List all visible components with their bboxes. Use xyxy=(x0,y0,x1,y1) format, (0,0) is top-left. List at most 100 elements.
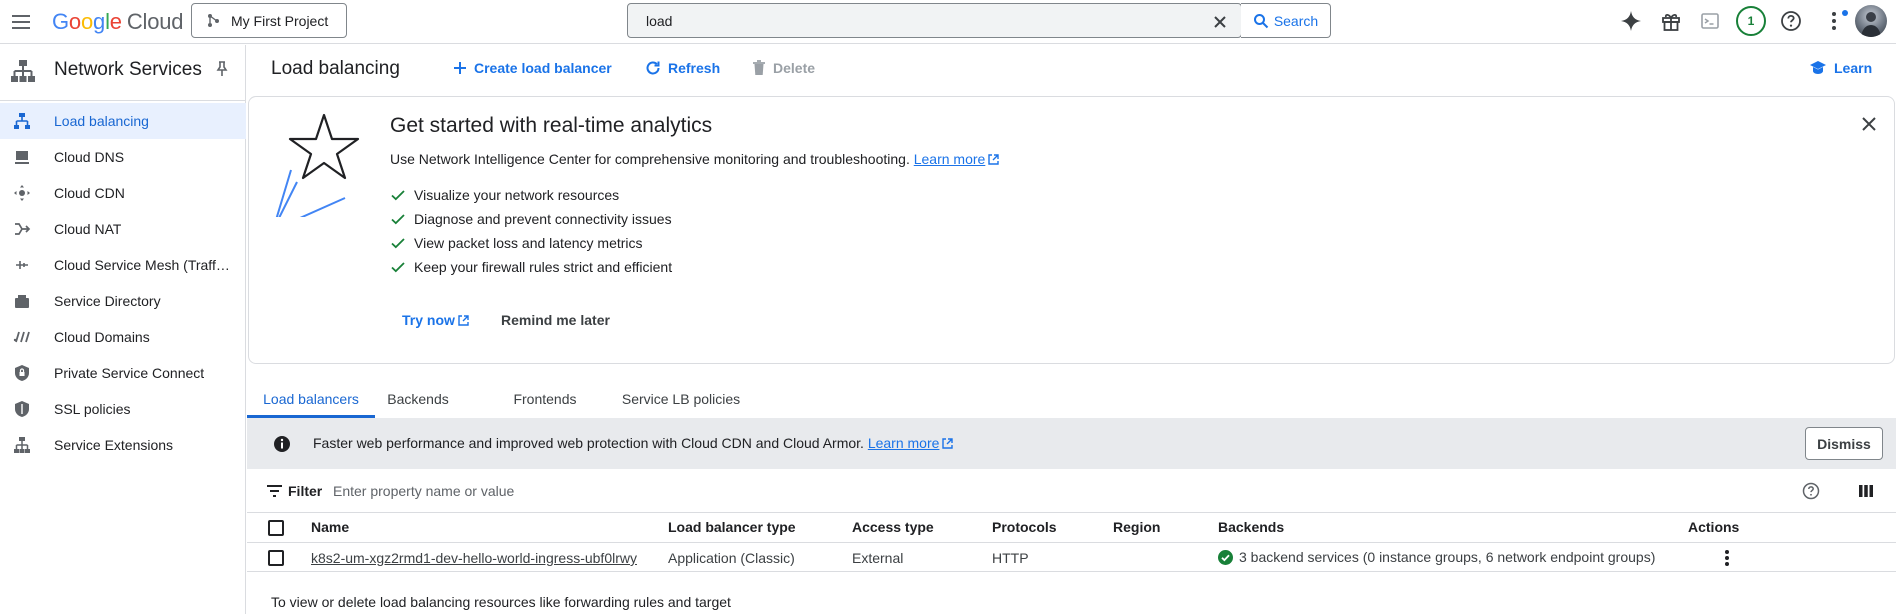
banner-message: Faster web performance and improved web … xyxy=(313,435,954,451)
sidebar-item-private-service-connect[interactable]: Private Service Connect xyxy=(0,355,246,391)
sidebar-item-label: Service Extensions xyxy=(54,437,174,453)
search-input[interactable]: load xyxy=(627,3,1242,38)
analytics-promo-card: Get started with real-time analytics Use… xyxy=(248,96,1895,364)
table-row: k8s2-um-xgz2rmd1-dev-hello-world-ingress… xyxy=(247,542,1896,572)
load-balancing-icon xyxy=(13,112,31,130)
filter-button[interactable]: Filter xyxy=(267,483,322,499)
tab-backends[interactable]: Backends xyxy=(381,381,455,418)
row-actions-menu-icon[interactable] xyxy=(1717,548,1737,568)
check-circle-icon xyxy=(1218,549,1233,565)
project-picker-button[interactable]: My First Project xyxy=(191,3,347,38)
sidebar-item-label: Cloud Domains xyxy=(54,329,150,345)
filter-icon xyxy=(267,485,282,497)
search-icon xyxy=(1253,13,1269,28)
logo-letter: o xyxy=(68,9,81,34)
sidebar-item-service-directory[interactable]: Service Directory xyxy=(0,283,246,319)
plus-icon xyxy=(454,62,466,74)
column-header-access[interactable]: Access type xyxy=(852,519,934,535)
promo-description: Use Network Intelligence Center for comp… xyxy=(390,151,1000,167)
checkmark-icon xyxy=(391,262,405,273)
sidebar-item-label: Cloud Service Mesh (Traff… xyxy=(54,257,230,273)
sidebar-item-load-balancing[interactable]: Load balancing xyxy=(0,103,246,139)
row-checkbox[interactable] xyxy=(268,550,284,566)
sidebar-item-cloud-domains[interactable]: Cloud Domains xyxy=(0,319,246,355)
learn-label: Learn xyxy=(1834,60,1873,76)
pin-icon[interactable] xyxy=(213,60,231,78)
info-icon xyxy=(273,435,291,453)
checklist-item: Diagnose and prevent connectivity issues xyxy=(390,209,672,233)
logo-cloud-text: Cloud xyxy=(126,9,184,34)
banner-learn-more-label: Learn more xyxy=(867,435,940,451)
logo-letter: G xyxy=(52,9,69,34)
logo-google-text: Google xyxy=(52,9,122,34)
main-menu-icon[interactable] xyxy=(9,10,33,34)
filter-input[interactable]: Enter property name or value xyxy=(333,483,514,499)
load-balancer-name-link[interactable]: k8s2-um-xgz2rmd1-dev-hello-world-ingress… xyxy=(311,550,637,566)
delete-button[interactable]: Delete xyxy=(752,60,815,76)
help-icon[interactable] xyxy=(1779,9,1803,33)
cloud-shell-icon[interactable] xyxy=(1698,9,1722,33)
sidebar-item-cloud-nat[interactable]: Cloud NAT xyxy=(0,211,246,247)
google-cloud-logo[interactable]: Google Cloud xyxy=(52,9,183,35)
access-type: External xyxy=(852,550,904,566)
create-load-balancer-label: Create load balancer xyxy=(474,60,612,76)
try-now-button[interactable]: Try now xyxy=(402,312,469,328)
select-all-checkbox[interactable] xyxy=(268,520,284,536)
gemini-sparkle-icon[interactable] xyxy=(1619,9,1643,33)
learn-button[interactable]: Learn xyxy=(1809,60,1872,76)
backends-summary: 3 backend services (0 instance groups, 6… xyxy=(1239,549,1656,565)
promo-learn-more-link[interactable]: Learn more xyxy=(914,151,1000,167)
promo-learn-more-label: Learn more xyxy=(913,151,986,167)
service-mesh-icon xyxy=(13,256,31,274)
column-header-region[interactable]: Region xyxy=(1113,519,1160,535)
column-header-type[interactable]: Load balancer type xyxy=(668,519,796,535)
create-load-balancer-button[interactable]: Create load balancer xyxy=(453,60,612,76)
external-link-icon xyxy=(458,314,469,326)
banner-learn-more-link[interactable]: Learn more xyxy=(868,435,954,451)
trash-icon xyxy=(753,60,765,75)
search-button[interactable]: Search xyxy=(1241,3,1331,38)
service-extensions-icon xyxy=(13,436,31,454)
checkmark-icon xyxy=(391,190,405,201)
checklist-item-text: Visualize your network resources xyxy=(414,187,620,203)
sidebar-item-label: Load balancing xyxy=(54,113,149,129)
status-dot xyxy=(1842,10,1848,16)
filter-label: Filter xyxy=(288,483,323,499)
sidebar-item-label: SSL policies xyxy=(54,401,131,417)
notifications-badge[interactable]: 1 xyxy=(1736,6,1766,36)
remind-me-later-button[interactable]: Remind me later xyxy=(501,312,610,328)
promo-checklist: Visualize your network resources Diagnose… xyxy=(390,185,672,281)
delete-label: Delete xyxy=(773,60,816,76)
column-header-backends[interactable]: Backends xyxy=(1218,519,1284,535)
try-now-label: Try now xyxy=(402,312,455,328)
sidebar-title: Network Services xyxy=(54,59,202,80)
tab-load-balancers[interactable]: Load balancers xyxy=(247,381,375,418)
dismiss-button[interactable]: Dismiss xyxy=(1805,427,1883,460)
sidebar-item-cloud-service-mesh-traff[interactable]: Cloud Service Mesh (Traff… xyxy=(0,247,246,283)
tab-service-lb-policies[interactable]: Service LB policies xyxy=(617,381,745,418)
refresh-button[interactable]: Refresh xyxy=(645,60,720,76)
resource-tabs: Load balancers Backends Frontends Servic… xyxy=(247,381,1896,418)
sidebar-item-ssl-policies[interactable]: SSL policies xyxy=(0,391,246,427)
column-header-protocols[interactable]: Protocols xyxy=(992,519,1057,535)
account-avatar[interactable] xyxy=(1855,5,1887,37)
column-display-options-icon[interactable] xyxy=(1858,483,1876,501)
tab-frontends[interactable]: Frontends xyxy=(509,381,581,418)
column-header-actions: Actions xyxy=(1688,519,1740,535)
sidebar-item-service-extensions[interactable]: Service Extensions xyxy=(0,427,246,463)
gift-icon[interactable] xyxy=(1659,9,1683,33)
cdn-icon xyxy=(13,184,31,202)
filter-bar: Filter Enter property name or value xyxy=(247,470,1896,513)
logo-letter: o xyxy=(80,9,94,34)
help-icon[interactable] xyxy=(1802,482,1820,500)
page-title: Load balancing xyxy=(271,58,400,79)
sidebar-item-cloud-dns[interactable]: Cloud DNS xyxy=(0,139,246,175)
promo-description-text: Use Network Intelligence Center for comp… xyxy=(390,151,910,167)
load-balancers-table: Name Load balancer type Access type Prot… xyxy=(247,514,1896,572)
clear-search-icon[interactable] xyxy=(1211,13,1229,31)
sidebar-item-label: Cloud NAT xyxy=(54,221,122,237)
sidebar-item-cloud-cdn[interactable]: Cloud CDN xyxy=(0,175,246,211)
close-icon[interactable] xyxy=(1860,115,1878,133)
project-name: My First Project xyxy=(231,12,329,29)
column-header-name[interactable]: Name xyxy=(311,519,349,535)
